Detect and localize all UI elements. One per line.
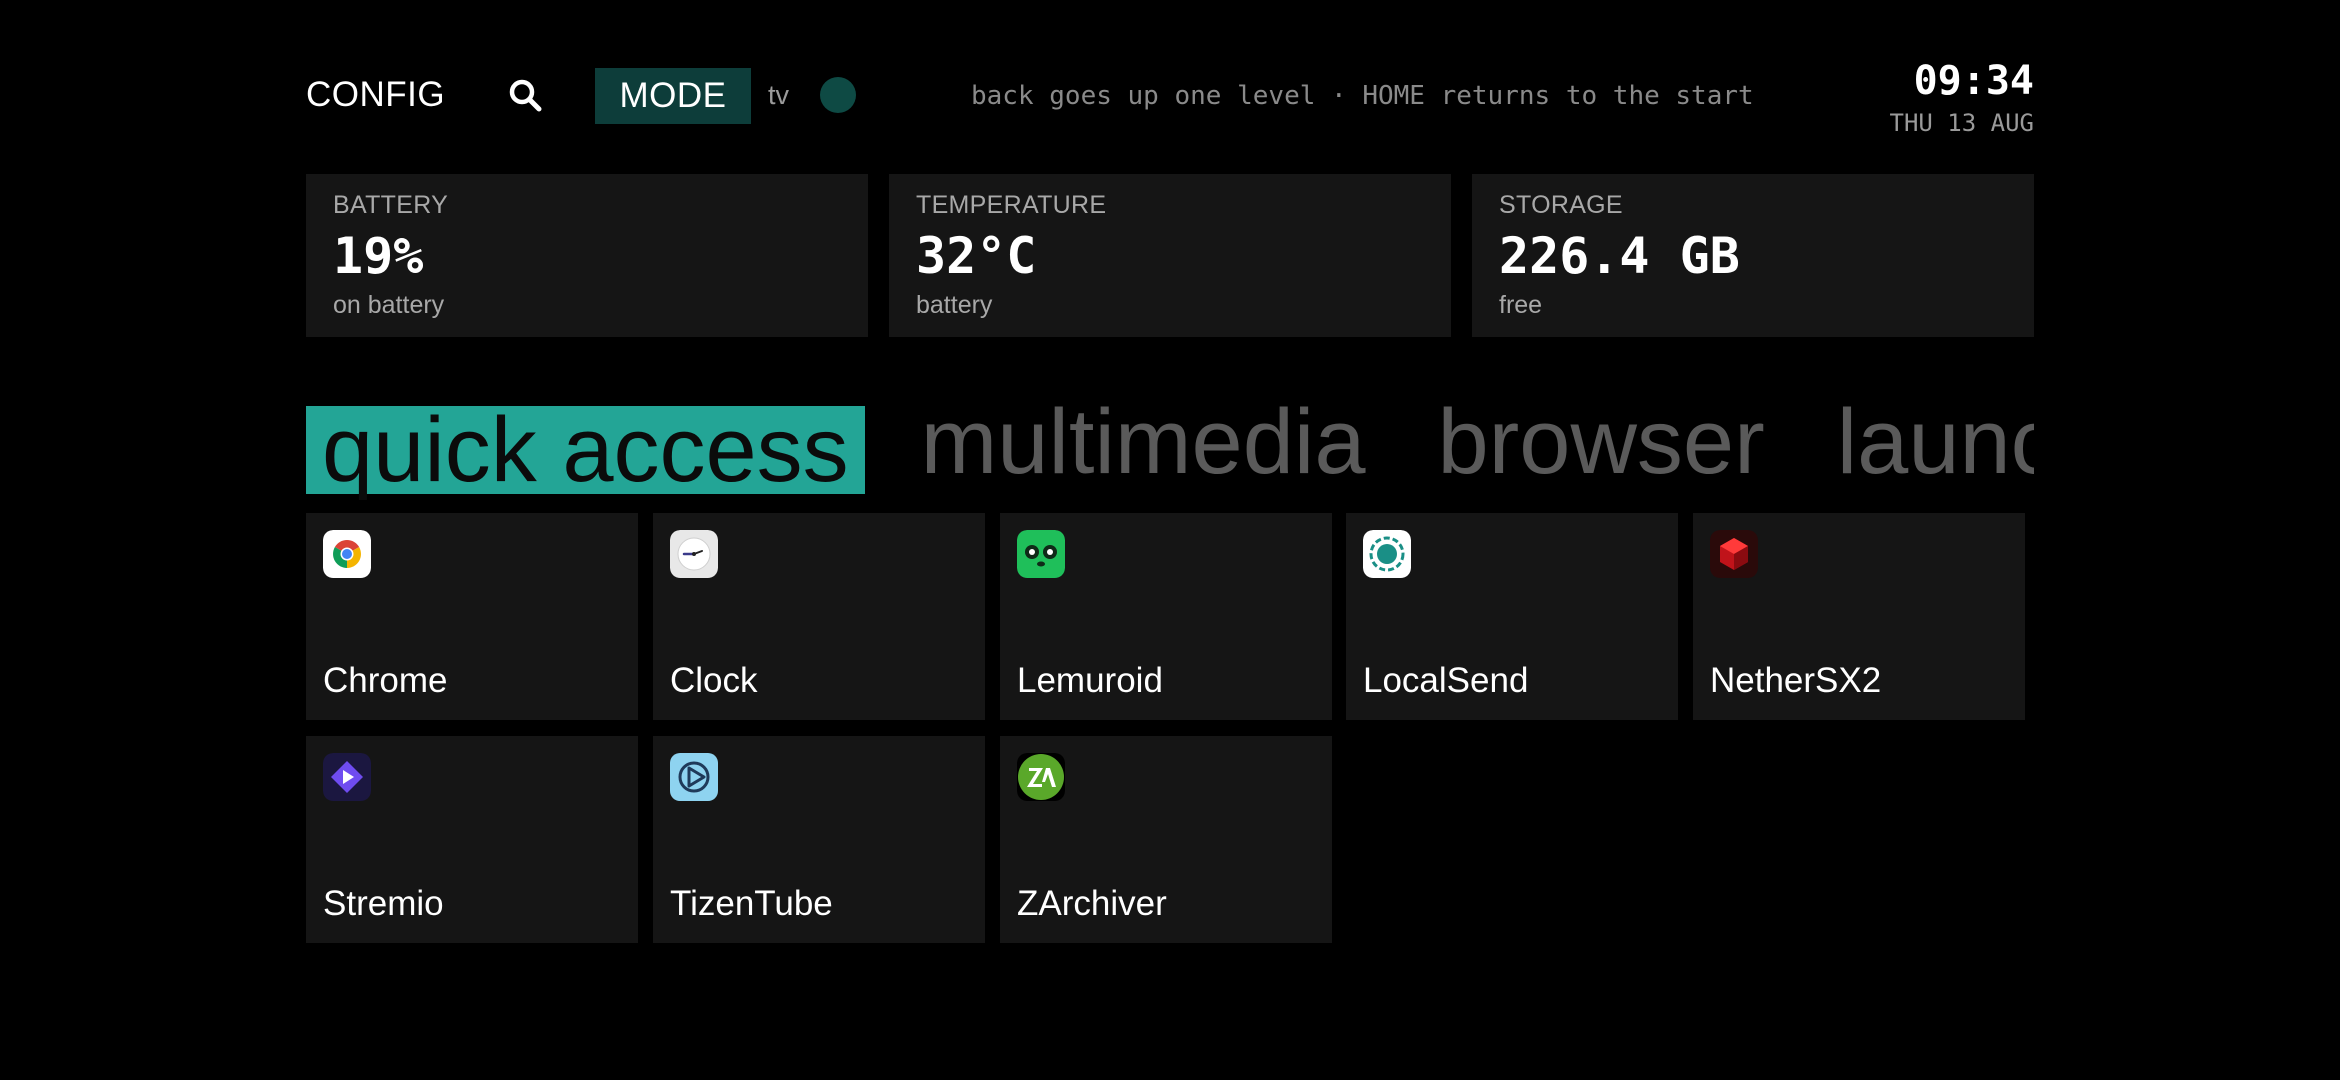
- search-icon: [509, 79, 542, 112]
- clock: 09:34 THU 13 AUG: [1890, 56, 2035, 140]
- mode-button[interactable]: MODE: [595, 68, 751, 124]
- battery-value: 19%: [333, 227, 424, 285]
- mode-indicator-dot: [820, 77, 856, 113]
- search-button[interactable]: [506, 76, 546, 116]
- battery-status: on battery: [333, 291, 445, 319]
- config-button[interactable]: CONFIG: [292, 66, 459, 124]
- tab-launchers[interactable]: launchers: [1821, 390, 2034, 496]
- battery-card: BATTERY 19% on battery: [306, 174, 868, 337]
- app-tile-chrome[interactable]: Chrome: [306, 513, 638, 720]
- app-name: NetherSX2: [1710, 661, 1882, 700]
- lemuroid-icon: [1017, 530, 1065, 578]
- temperature-value: 32°C: [916, 227, 1037, 285]
- category-tabs: quick access multimedia browser launchers: [306, 390, 2034, 500]
- zarchiver-icon: [1017, 753, 1065, 801]
- app-name: Chrome: [323, 661, 448, 700]
- tab-multimedia[interactable]: multimedia: [905, 390, 1382, 496]
- clock-icon: [670, 530, 718, 578]
- temperature-source: battery: [916, 291, 993, 319]
- storage-card: STORAGE 226.4 GB free: [1472, 174, 2034, 337]
- tab-quick-access[interactable]: quick access: [306, 404, 865, 496]
- temperature-label: TEMPERATURE: [916, 191, 1107, 219]
- app-tile-zarchiver[interactable]: ZArchiver: [1000, 736, 1332, 943]
- app-name: Lemuroid: [1017, 661, 1163, 700]
- tab-browser[interactable]: browser: [1422, 390, 1781, 496]
- app-name: ZArchiver: [1017, 884, 1167, 923]
- app-tile-stremio[interactable]: Stremio: [306, 736, 638, 943]
- app-tile-lemuroid[interactable]: Lemuroid: [1000, 513, 1332, 720]
- app-name: LocalSend: [1363, 661, 1529, 700]
- stremio-icon: [323, 753, 371, 801]
- tizentube-icon: [670, 753, 718, 801]
- navigation-hint: back goes up one level · HOME returns to…: [971, 81, 1754, 111]
- app-tile-nethersx2[interactable]: NetherSX2: [1693, 513, 2025, 720]
- mode-value: tv: [768, 80, 790, 110]
- app-tile-clock[interactable]: Clock: [653, 513, 985, 720]
- temperature-card: TEMPERATURE 32°C battery: [889, 174, 1451, 337]
- app-tile-localsend[interactable]: LocalSend: [1346, 513, 1678, 720]
- chrome-icon: [323, 530, 371, 578]
- app-tile-tizentube[interactable]: TizenTube: [653, 736, 985, 943]
- top-bar: CONFIG MODE tv back goes up one level · …: [306, 58, 2034, 138]
- storage-label: STORAGE: [1499, 191, 1623, 219]
- storage-value: 226.4 GB: [1499, 227, 1740, 285]
- nethersx2-icon: [1710, 530, 1758, 578]
- app-name: Clock: [670, 661, 758, 700]
- localsend-icon: [1363, 530, 1411, 578]
- storage-status: free: [1499, 291, 1543, 319]
- battery-label: BATTERY: [333, 191, 449, 219]
- app-name: Stremio: [323, 884, 444, 923]
- app-name: TizenTube: [670, 884, 833, 923]
- launcher-screen: CONFIG MODE tv back goes up one level · …: [0, 0, 2340, 1080]
- clock-date: THU 13 AUG: [1889, 109, 2035, 137]
- status-cards: BATTERY 19% on battery TEMPERATURE 32°C …: [306, 174, 2034, 337]
- clock-time: 09:34: [1913, 58, 2034, 104]
